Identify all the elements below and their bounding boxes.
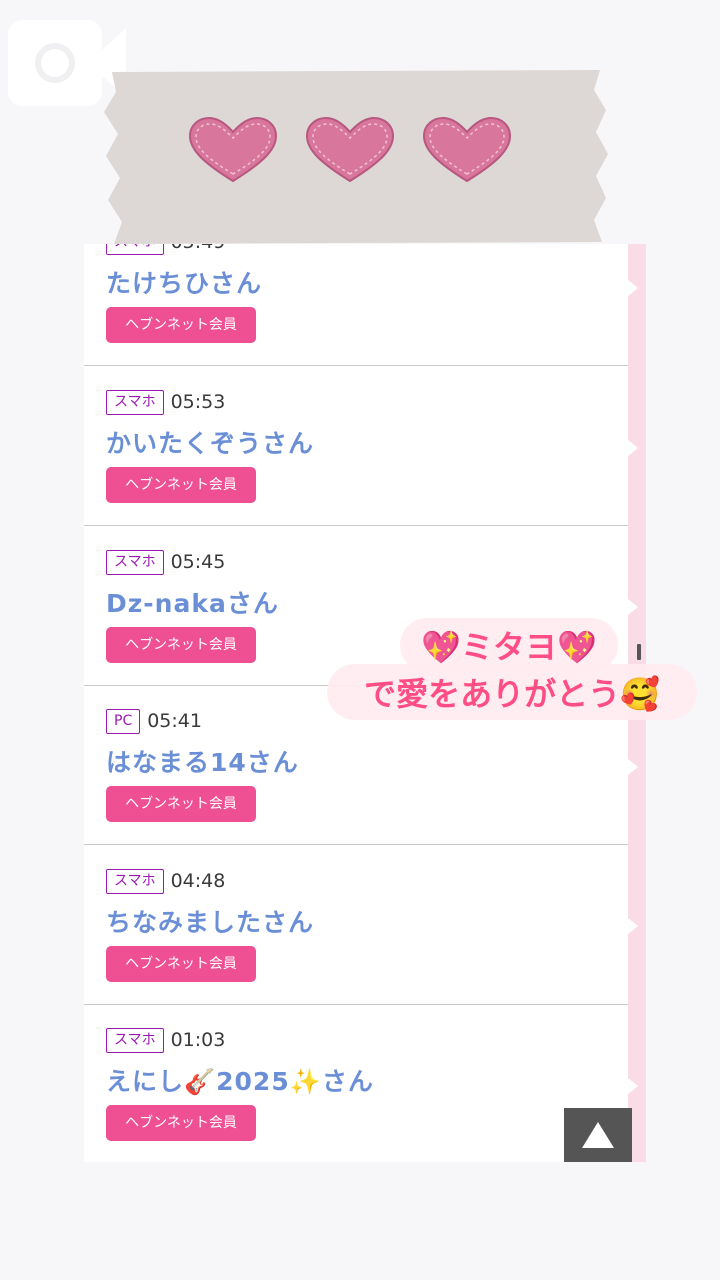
visit-time: 05:41: [147, 710, 202, 732]
visit-time: 05:53: [170, 391, 226, 413]
device-badge: スマホ: [106, 389, 164, 415]
visitor-name[interactable]: Dz-nakaさん: [106, 584, 279, 620]
scrollbar-thumb[interactable]: [637, 644, 641, 660]
list-item[interactable]: スマホ 01:03 えにし🎸2025✨さん ヘブンネット会員: [84, 1004, 628, 1162]
device-badge: スマホ: [106, 1027, 164, 1053]
member-badge-button[interactable]: ヘブンネット会員: [106, 786, 256, 822]
device-badge: PC: [106, 708, 141, 734]
washi-tape-decoration: [104, 70, 608, 244]
visit-time: 05:45: [170, 551, 226, 573]
visitor-name[interactable]: かいたくぞうさん: [106, 424, 314, 460]
member-badge-button[interactable]: ヘブンネット会員: [106, 467, 256, 503]
screen: スマホ05:49 たけちひさん ヘブンネット会員 スマホ 05:53 かいたくぞう…: [0, 0, 720, 1280]
list-item[interactable]: スマホ 05:53 かいたくぞうさん ヘブンネット会員: [84, 366, 628, 526]
member-badge-button[interactable]: ヘブンネット会員: [106, 1105, 256, 1141]
member-badge-button[interactable]: ヘブンネット会員: [106, 946, 256, 982]
list-item[interactable]: スマホ 04:48 ちなみましたさん ヘブンネット会員: [84, 845, 628, 1005]
device-badge: スマホ: [106, 868, 164, 894]
back-to-top-button[interactable]: [564, 1108, 632, 1162]
visit-time: 04:48: [170, 870, 226, 892]
visitor-name[interactable]: ちなみましたさん: [106, 903, 314, 939]
member-badge-button[interactable]: ヘブンネット会員: [106, 307, 256, 343]
member-badge-button[interactable]: ヘブンネット会員: [106, 627, 256, 663]
visitor-name[interactable]: えにし🎸2025✨さん: [106, 1062, 374, 1098]
caption-line-2: で愛をありがとう🥰: [327, 664, 697, 720]
visit-time: 01:03: [170, 1029, 226, 1051]
triangle-up-icon: [582, 1122, 614, 1148]
device-badge: スマホ: [106, 549, 164, 575]
visitor-name[interactable]: たけちひさん: [106, 264, 262, 300]
list-item[interactable]: スマホ05:49 たけちひさん ヘブンネット会員: [84, 244, 628, 366]
visitor-name[interactable]: はなまる14さん: [106, 743, 299, 779]
